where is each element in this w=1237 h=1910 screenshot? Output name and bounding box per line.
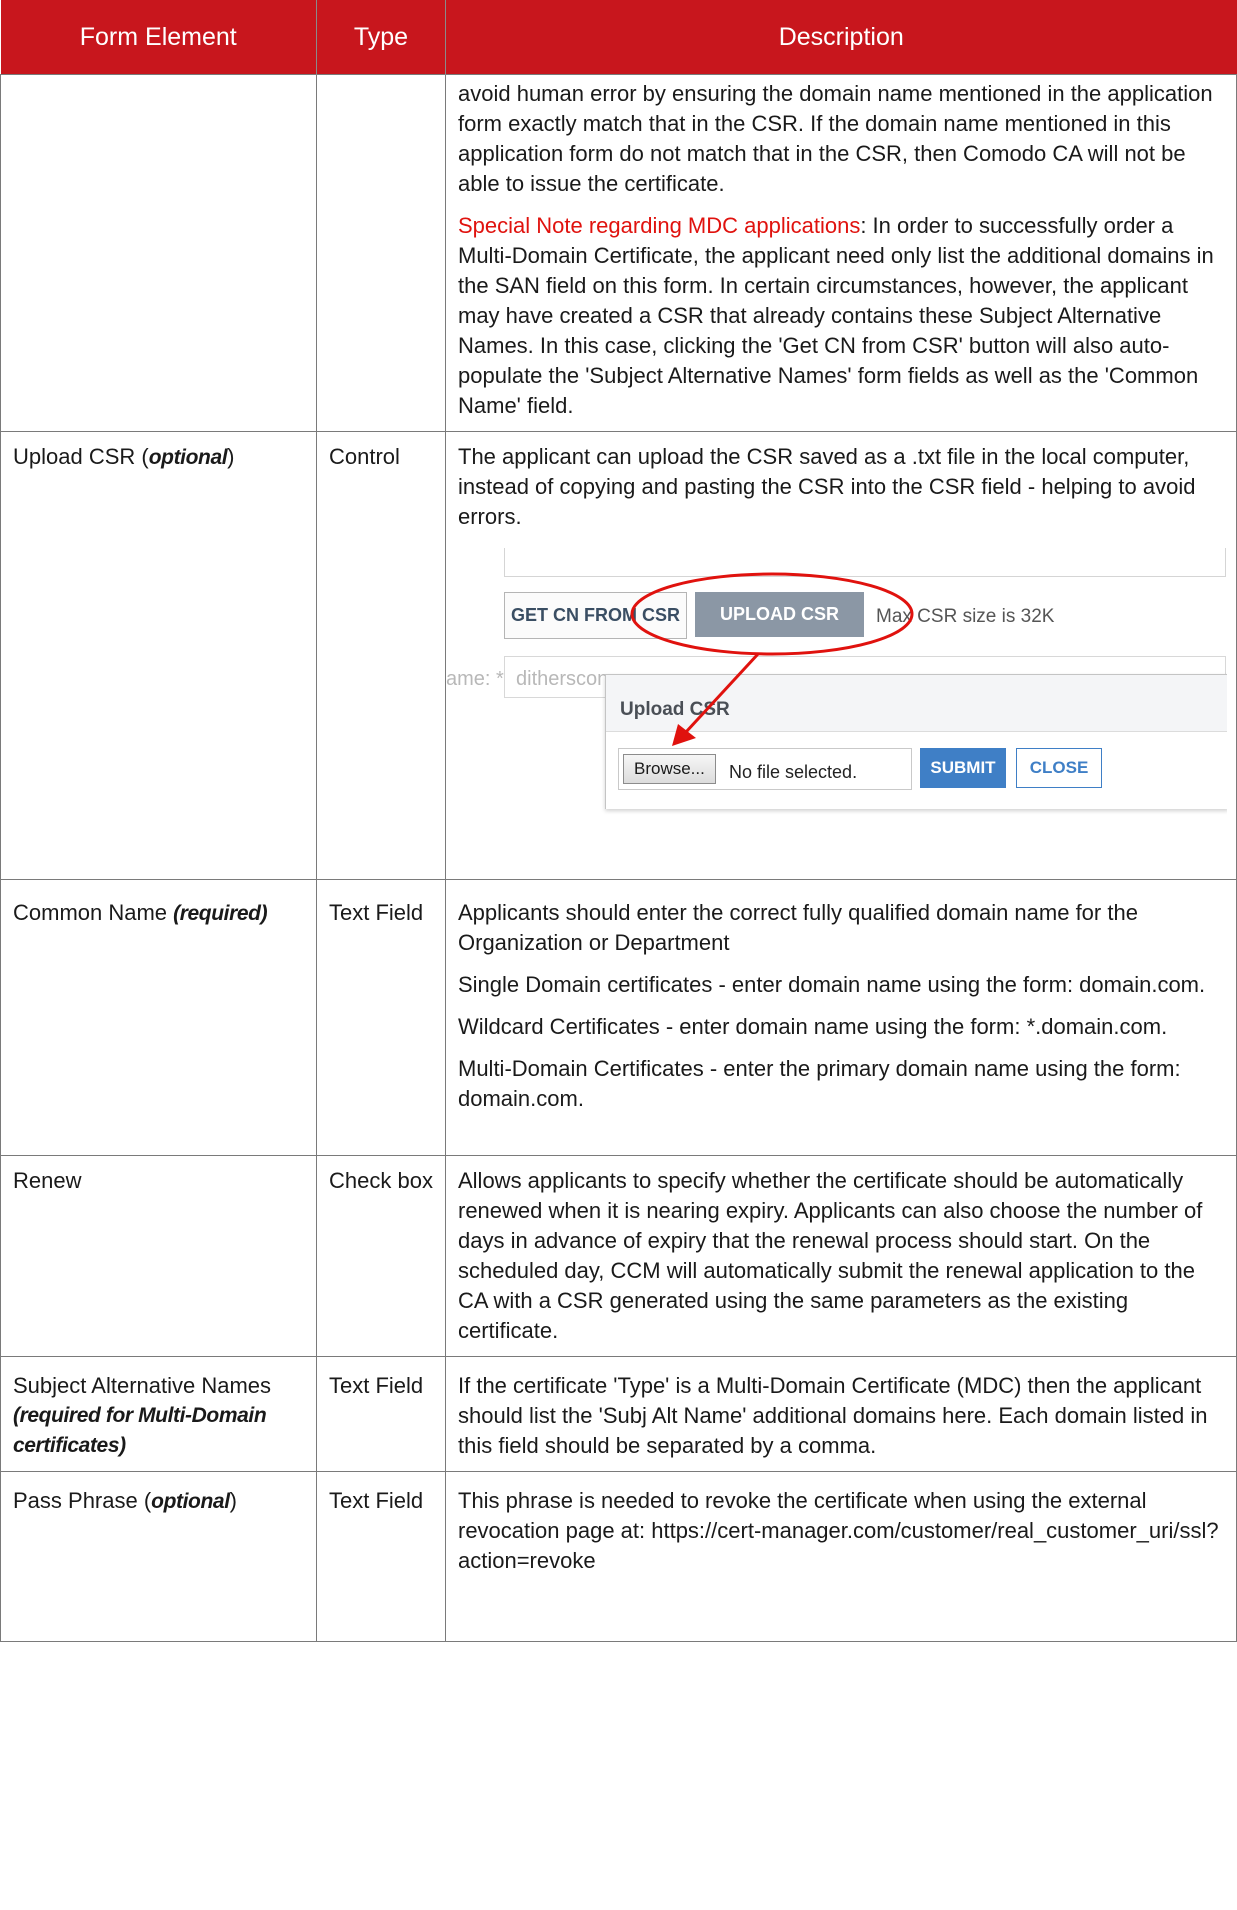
cell-type: Text Field [316, 1356, 446, 1472]
element-qualifier: (required for Multi-Domain certificates) [13, 1404, 267, 1457]
element-name-end: ) [227, 444, 235, 469]
cell-element [0, 74, 317, 432]
cell-element: Upload CSR (optional) [0, 431, 317, 880]
cell-description: Allows applicants to specify whether the… [445, 1155, 1237, 1357]
cell-description: The applicant can upload the CSR saved a… [445, 431, 1237, 880]
mdc-note-label: Special Note regarding MDC applications [458, 213, 861, 238]
cell-element: Subject Alternative Names (required for M… [0, 1356, 317, 1472]
cell-type [316, 74, 446, 432]
arrow-line [684, 652, 760, 734]
cell-type: Text Field [316, 1471, 446, 1642]
cell-element: Common Name (required) [0, 879, 317, 1156]
arrow-head [672, 724, 696, 746]
header-type: Type [316, 0, 446, 75]
table-header-row: Form Element Type Description [0, 0, 1237, 75]
element-qualifier: (required) [173, 902, 268, 925]
description-text: avoid human error by ensuring the domain… [458, 81, 1213, 196]
table-row: Subject Alternative Names (required for M… [0, 1356, 1237, 1472]
description-text: Multi-Domain Certificates - enter the pr… [458, 1056, 1181, 1111]
table-row: Renew Check box Allows applicants to spe… [0, 1155, 1237, 1357]
description-text: Applicants should enter the correct full… [458, 900, 1138, 955]
table-row: Common Name (required) Text Field Applic… [0, 879, 1237, 1156]
element-name: Pass Phrase ( [13, 1488, 152, 1513]
element-name: Subject Alternative Names [13, 1373, 272, 1398]
header-description: Description [445, 0, 1237, 75]
description-text: Wildcard Certificates - enter domain nam… [458, 1014, 1168, 1039]
cell-type: Text Field [316, 879, 446, 1156]
element-name-end: ) [229, 1488, 237, 1513]
cell-element: Renew [0, 1155, 317, 1357]
element-name: Upload CSR ( [13, 444, 149, 469]
mdc-note-text: : In order to successfully order a Multi… [458, 213, 1214, 418]
header-form-element: Form Element [0, 0, 317, 75]
description-text: The applicant can upload the CSR saved a… [458, 444, 1196, 529]
annotation-overlay [630, 572, 914, 746]
cell-type: Control [316, 431, 446, 880]
mdc-note: Special Note regarding MDC applications:… [458, 211, 1224, 421]
table-row: Upload CSR (optional) Control The applic… [0, 431, 1237, 880]
element-qualifier: optional [148, 446, 228, 469]
cell-type: Check box [316, 1155, 446, 1357]
table-row: avoid human error by ensuring the domain… [0, 74, 1237, 432]
highlight-ellipse [630, 572, 914, 656]
upload-csr-screenshot: GET CN FROM CSR UPLOAD CSR Max CSR size … [446, 548, 1227, 848]
cell-description: If the certificate 'Type' is a Multi-Dom… [445, 1356, 1237, 1472]
description-text: Single Domain certificates - enter domai… [458, 972, 1206, 997]
cell-element: Pass Phrase (optional) [0, 1471, 317, 1642]
form-elements-table: Form Element Type Description avoid huma… [0, 0, 1237, 1642]
cell-description: This phrase is needed to revoke the cert… [445, 1471, 1237, 1642]
element-name: Common Name [13, 900, 174, 925]
table-row: Pass Phrase (optional) Text Field This p… [0, 1471, 1237, 1642]
element-qualifier: optional [151, 1490, 230, 1513]
cell-description: Applicants should enter the correct full… [445, 879, 1237, 1156]
cell-description: avoid human error by ensuring the domain… [445, 74, 1237, 432]
